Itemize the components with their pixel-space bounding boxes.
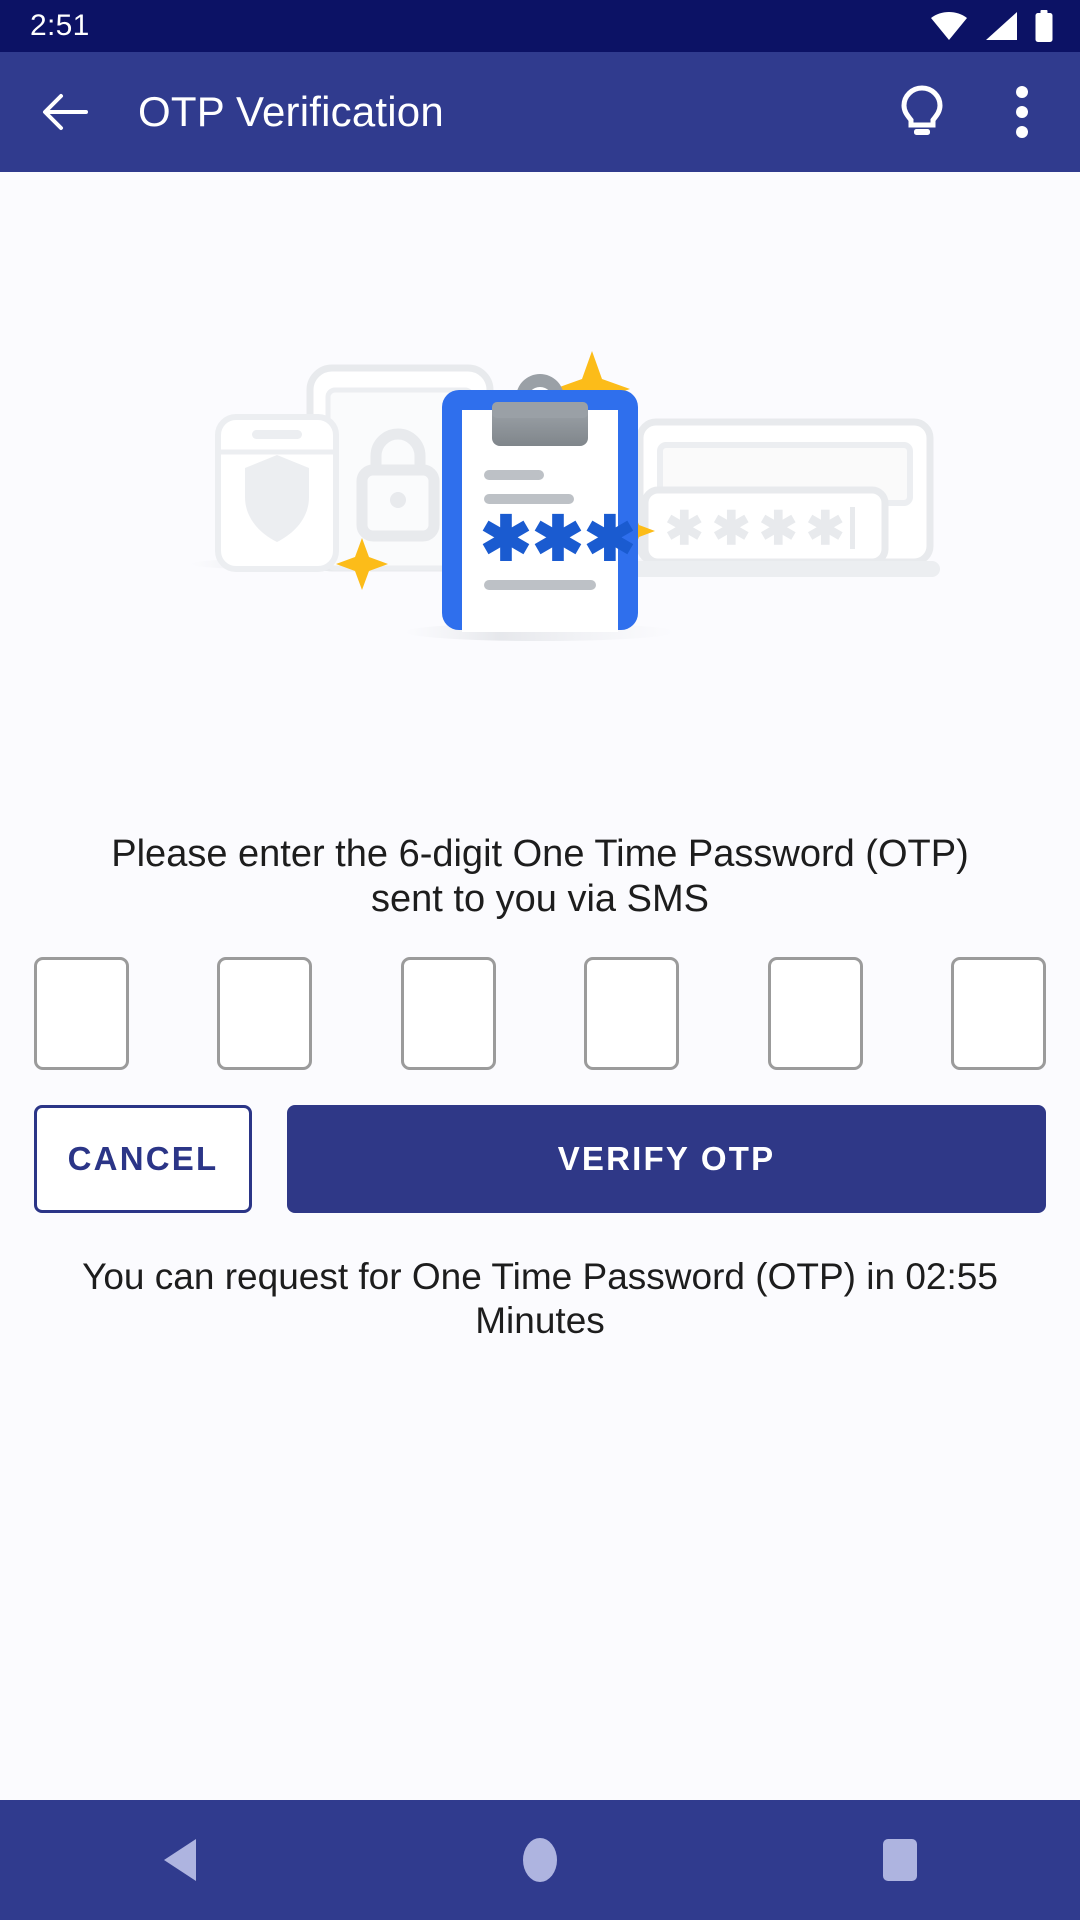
status-bar-icons: [930, 10, 1054, 42]
phone-with-shield: [215, 414, 339, 572]
svg-text:✱: ✱: [665, 502, 704, 554]
app-bar-actions: [892, 82, 1052, 142]
status-bar-time: 2:51: [30, 9, 90, 42]
otp-digit-4[interactable]: [584, 956, 680, 1070]
back-arrow-icon: [43, 94, 88, 130]
svg-text:✱: ✱: [759, 502, 798, 554]
nav-recents-button[interactable]: [825, 1800, 975, 1920]
otp-security-illustration: ✱ ✱ ✱ ✱ ✱✱✱: [190, 351, 940, 641]
battery-icon: [1035, 10, 1053, 42]
otp-digit-6[interactable]: [950, 956, 1046, 1070]
verify-otp-button[interactable]: VERIFY OTP: [287, 1104, 1046, 1213]
svg-text:✱: ✱: [712, 502, 751, 554]
screen-content: ✱ ✱ ✱ ✱ ✱✱✱ Please enter the 6-digit One…: [0, 172, 1080, 1920]
otp-digit-3[interactable]: [400, 956, 496, 1070]
laptop-with-password-field: ✱ ✱ ✱ ✱: [610, 418, 940, 577]
cancel-button[interactable]: CANCEL: [34, 1104, 252, 1213]
illustration-container: ✱ ✱ ✱ ✱ ✱✱✱: [0, 342, 1080, 772]
signal-icon: [986, 12, 1017, 40]
wifi-icon: [931, 12, 967, 40]
back-button[interactable]: [34, 81, 96, 143]
blue-clipboard-with-asterisks: ✱✱✱: [442, 374, 638, 632]
otp-digit-5[interactable]: [767, 956, 863, 1070]
nav-home-button[interactable]: [465, 1800, 615, 1920]
circle-home-icon: [523, 1838, 557, 1882]
overflow-menu-button[interactable]: [992, 82, 1052, 142]
android-navigation-bar: [0, 1800, 1080, 1920]
lightbulb-icon: [901, 85, 943, 135]
page-title: OTP Verification: [138, 88, 444, 135]
app-bar: OTP Verification: [0, 52, 1080, 172]
otp-input-group: [34, 956, 1046, 1070]
otp-instruction-text: Please enter the 6-digit One Time Passwo…: [111, 833, 969, 920]
triangle-back-icon: [164, 1839, 196, 1881]
help-tip-button[interactable]: [892, 82, 952, 142]
square-recents-icon: [883, 1839, 917, 1881]
resend-timer-text: You can request for One Time Password (O…: [82, 1255, 998, 1342]
otp-digit-1[interactable]: [34, 956, 129, 1070]
svg-text:✱: ✱: [806, 502, 845, 554]
action-button-row: CANCEL VERIFY OTP: [34, 1104, 1046, 1213]
clipboard-masked-text: ✱✱✱: [480, 505, 636, 574]
otp-digit-2[interactable]: [217, 956, 313, 1070]
status-bar: 2:51: [0, 0, 1080, 52]
more-vert-icon: [1016, 86, 1028, 138]
nav-back-button[interactable]: [105, 1800, 255, 1920]
